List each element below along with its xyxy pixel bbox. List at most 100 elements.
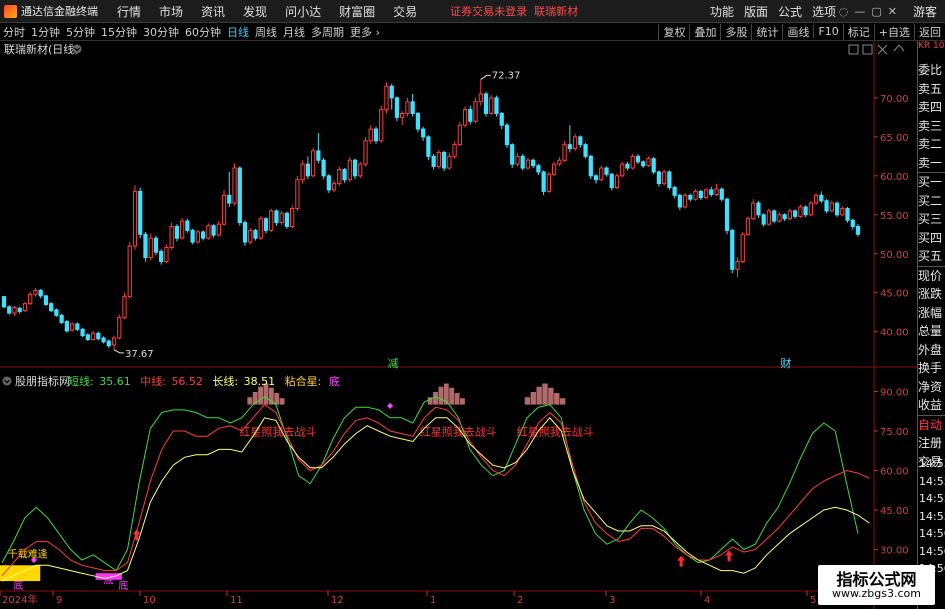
date-tick-label: 5 [810,595,816,606]
side-item-netasset[interactable]: 净资 [918,378,945,397]
login-status[interactable]: 证券交易未登录 联瑞新材 [450,3,578,19]
candle-body [138,190,143,235]
side-item-sell5[interactable]: 卖五 [918,80,945,99]
legend-mid-label: 中线: [140,374,166,388]
menu-item-market[interactable]: 市场 [159,3,183,20]
period-more[interactable]: 更多 › [350,24,380,40]
tool-f10[interactable]: F10 [813,25,842,38]
side-item-buy3[interactable]: 买三 [918,210,945,229]
tool-overlay[interactable]: 叠加 [689,23,720,40]
menu-item-trade[interactable]: 交易 [393,3,417,20]
watermark-logo: 指标公式网 www.zbgs3.com [818,565,935,605]
tool-add-favorite[interactable]: +自选 [873,23,914,40]
period-1min[interactable]: 1分钟 [31,24,60,40]
menu-item-news[interactable]: 资讯 [201,3,225,20]
chat-icon[interactable]: ◌ [839,5,849,18]
candle-body [227,194,232,204]
side-item-volume[interactable]: 总量 [918,322,945,341]
guest-user[interactable]: 游客 [913,3,937,20]
side-item-buy1[interactable]: 买一 [918,172,945,192]
period-15min[interactable]: 15分钟 [101,24,137,40]
side-item-pct[interactable]: 涨幅 [918,304,945,323]
side-item-change[interactable]: 涨跌 [918,285,945,304]
side-item-buy2[interactable]: 买二 [918,192,945,211]
candle-body [352,159,358,177]
tool-back[interactable]: 返回 [914,23,945,40]
candle-body [436,151,441,167]
side-item-sell2[interactable]: 卖二 [918,135,945,154]
period-weekly[interactable]: 周线 [255,24,277,40]
event-cai-label: 财 [780,356,791,370]
tool-multi-stock[interactable]: 多股 [720,23,751,40]
period-60min[interactable]: 60分钟 [185,24,221,40]
side-item-price[interactable]: 现价 [918,265,945,286]
menu-item-ask[interactable]: 问小达 [285,3,321,20]
menu-item-function[interactable]: 功能 [710,3,734,20]
candle-body [75,323,80,330]
side-item-sell3[interactable]: 卖三 [918,117,945,136]
period-tick[interactable]: 分时 [3,24,25,40]
candle-body [793,210,798,217]
maximize-icon[interactable]: ▢ [871,5,881,18]
menu-item-layout[interactable]: 版面 [744,3,768,20]
menu-item-options[interactable]: 选项 [812,3,836,20]
candle-body [421,128,426,138]
tool-adjust[interactable]: 复权 [658,23,689,40]
pane-close-icon[interactable] [877,44,888,55]
hot-zone-bar [279,398,285,405]
side-item-buy5[interactable]: 买五 [918,247,945,266]
indicator-menu-icon[interactable] [2,376,12,386]
side-item-sell4[interactable]: 卖四 [918,98,945,117]
period-monthly[interactable]: 月线 [283,24,305,40]
period-daily[interactable]: 日线 [227,24,249,40]
menu-item-discover[interactable]: 发现 [243,3,267,20]
period-5min[interactable]: 5分钟 [66,24,95,40]
hot-zone-bar [530,391,536,405]
tick-times: 14:55 14:55 14:55 14:55 14:56 14:56 14:5… [919,457,945,580]
candle-body [468,109,473,122]
candle-body [300,163,305,181]
tool-mark[interactable]: 标记 [842,23,874,40]
pane-max-icon[interactable] [862,44,873,55]
candle-body [499,112,504,126]
hot-zone-bar [258,386,264,405]
tick-time: 14:56 [919,544,945,558]
candle-body [426,136,431,157]
pane-collapse-icon[interactable] [893,44,905,52]
period-30min[interactable]: 30分钟 [143,24,179,40]
candle-body [620,163,625,177]
tool-stats[interactable]: 统计 [751,23,782,40]
side-item-register[interactable]: 注册 [918,434,945,453]
period-toolbar: 分时 1分钟 5分钟 15分钟 30分钟 60分钟 日线 周线 月线 多周期 更… [0,23,945,41]
candle-body [599,167,604,181]
period-multi[interactable]: 多周期 [311,24,344,40]
candle-body [316,150,321,161]
side-item-eps[interactable]: 收益 [918,396,945,415]
date-tick-label: 2024年 [2,593,37,606]
side-code: KR 1000 [918,41,945,51]
side-item-buy4[interactable]: 买四 [918,229,945,248]
chart-area[interactable]: 40.00 45.00 50.00 55.00 60.00 65.00 70.00 72.3… [0,41,917,609]
close-icon[interactable]: ✕ [888,5,897,18]
menu-item-wealth[interactable]: 财富圈 [339,3,375,20]
side-item-outer[interactable]: 外盘 [918,341,945,360]
pane-restore-icon[interactable] [848,44,859,55]
minimize-icon[interactable]: — [854,5,865,18]
side-item-sell1[interactable]: 卖一 [918,154,945,173]
candle-body [384,85,389,111]
side-item-weibi[interactable]: 委比 [918,61,945,80]
candle-body [242,222,248,243]
price-tick-label: 65.00 [880,133,909,144]
menu-item-formula[interactable]: 公式 [778,3,802,20]
side-item-turnover[interactable]: 换手 [918,359,945,378]
menu-item-quotes[interactable]: 行情 [117,3,141,20]
candle-body [662,171,667,185]
candle-body [389,85,394,99]
candle-body [531,159,536,167]
candle-body [609,173,614,189]
candle-body [54,309,59,316]
price-pane-menu-icon[interactable] [72,44,82,54]
low-pointer [113,349,125,354]
tool-draw[interactable]: 画线 [782,23,813,40]
side-item-auto[interactable]: 自动 [918,414,945,435]
